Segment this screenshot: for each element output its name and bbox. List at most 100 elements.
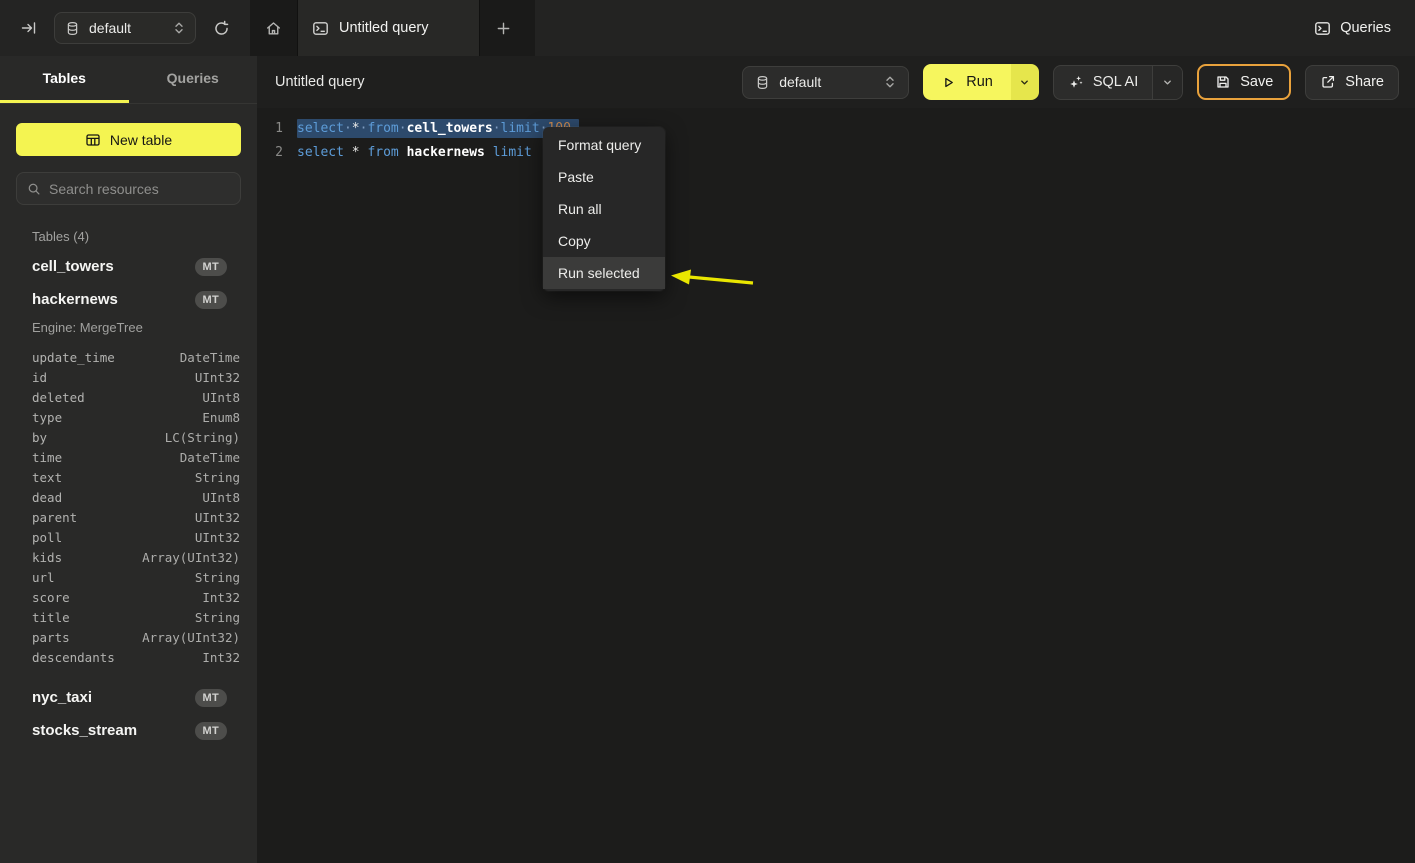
column-name: poll (32, 530, 62, 545)
terminal-icon (1314, 20, 1331, 37)
engine-badge: MT (195, 291, 227, 309)
table-row-stocks_stream[interactable]: stocks_streamMT (16, 714, 241, 747)
menu-item-paste[interactable]: Paste (543, 161, 665, 193)
sidebar-tab-tables[interactable]: Tables (0, 56, 129, 103)
sql-ai-label: SQL AI (1093, 74, 1138, 90)
column-name: time (32, 450, 62, 465)
code-line: 1 select·*·from·cell_towers·limit·100 (257, 116, 1415, 140)
engine-badge: MT (195, 722, 227, 740)
refresh-icon (213, 20, 230, 37)
spacer (16, 667, 241, 681)
column-row-update_time: update_time DateTime (16, 347, 241, 367)
sidebar-tabs: Tables Queries (0, 56, 257, 104)
column-row-id: idUInt32 (16, 367, 241, 387)
play-icon (941, 75, 956, 90)
topbar: default (0, 0, 1415, 56)
topbar-database-value: default (89, 20, 164, 36)
share-icon (1320, 74, 1336, 90)
run-button-main[interactable]: Run (923, 64, 1011, 100)
search-input[interactable] (49, 181, 230, 197)
table-row-hackernews[interactable]: hackernewsMT (16, 283, 241, 316)
editor-header-controls: default Run (742, 64, 1399, 100)
column-name: descendants (32, 650, 115, 665)
topbar-right: Queries (535, 0, 1415, 56)
column-name: by (32, 430, 47, 445)
column-name: update_time (32, 350, 115, 365)
save-icon (1215, 74, 1231, 90)
menu-item-run-selected[interactable]: Run selected (543, 257, 665, 289)
sql-editor[interactable]: 1 select·*·from·cell_towers·limit·100 2 sel… (257, 108, 1415, 863)
column-type: UInt32 (195, 530, 240, 545)
column-name: text (32, 470, 62, 485)
column-name: title (32, 610, 70, 625)
run-options-caret[interactable] (1011, 64, 1039, 100)
column-row-kids: kidsArray(UInt32) (16, 547, 241, 567)
menu-item-format-query[interactable]: Format query (543, 129, 665, 161)
database-icon (65, 21, 80, 36)
column-type: UInt32 (195, 370, 240, 385)
code-text: select * from hackernews limit (297, 145, 540, 160)
column-name: type (32, 410, 62, 425)
topbar-left: default (0, 0, 250, 56)
plus-icon (496, 21, 511, 36)
new-table-label: New table (110, 132, 172, 148)
tab-untitled-query[interactable]: Untitled query (297, 0, 480, 56)
column-row-text: text String (16, 467, 241, 487)
column-row-by: byLC(String) (16, 427, 241, 447)
refresh-button[interactable] (206, 13, 236, 43)
topbar-database-selector[interactable]: default (54, 12, 196, 44)
unsaved-changes-dot (456, 24, 465, 33)
column-type: String (195, 610, 240, 625)
column-name: score (32, 590, 70, 605)
table-row-nyc_taxi[interactable]: nyc_taxiMT (16, 681, 241, 714)
editor-database-selector[interactable]: default (742, 66, 909, 99)
column-type: String (195, 470, 240, 485)
table-name: hackernews (32, 291, 195, 308)
home-icon (265, 20, 282, 37)
table-row-cell_towers[interactable]: cell_towersMT (16, 250, 241, 283)
sql-ai-button[interactable]: SQL AI (1053, 65, 1183, 100)
collapse-sidebar-icon (21, 20, 37, 36)
sql-ai-button-main[interactable]: SQL AI (1054, 66, 1152, 99)
table-name: cell_towers (32, 258, 195, 275)
home-button[interactable] (250, 0, 297, 56)
column-row-parts: partsArray(UInt32) (16, 627, 241, 647)
selected-text: select·*·from·cell_towers·limit·100 (297, 119, 579, 138)
run-button[interactable]: Run (923, 64, 1039, 100)
column-type: String (195, 570, 240, 585)
column-row-type: type Enum8 (16, 407, 241, 427)
sql-ai-options-caret[interactable] (1152, 66, 1182, 99)
menu-item-run-all[interactable]: Run all (543, 193, 665, 225)
engine-badge: MT (195, 258, 227, 276)
column-type: UInt32 (195, 510, 240, 525)
share-button-label: Share (1345, 74, 1384, 90)
queries-button[interactable]: Queries (1314, 20, 1391, 37)
line-number: 2 (257, 145, 283, 160)
chevron-updown-icon (173, 21, 185, 35)
table-name: stocks_stream (32, 722, 195, 739)
column-row-deleted: deletedUInt8 (16, 387, 241, 407)
code-text: select·*·from·cell_towers·limit·100 (297, 121, 579, 136)
column-type: Enum8 (202, 410, 240, 425)
database-icon (755, 75, 770, 90)
editor-database-value: default (779, 74, 875, 90)
column-type: DateTime (180, 450, 240, 465)
chevron-updown-icon (884, 75, 896, 89)
new-table-button[interactable]: New table (16, 123, 241, 156)
column-type: Int32 (202, 650, 240, 665)
sidebar-tab-queries[interactable]: Queries (129, 56, 258, 103)
share-button[interactable]: Share (1305, 65, 1399, 100)
column-type: DateTime (180, 350, 240, 365)
tables-list: cell_towersMThackernewsMTEngine: MergeTr… (16, 250, 241, 747)
code-line: 2 select * from hackernews limit (257, 140, 1415, 164)
collapse-sidebar-button[interactable] (14, 13, 44, 43)
sparkles-icon (1068, 74, 1084, 90)
query-title: Untitled query (275, 74, 742, 90)
sidebar-body: New table Tables (4) cell_towersMThacker… (0, 104, 257, 747)
new-tab-button[interactable] (480, 0, 527, 56)
queries-button-label: Queries (1340, 20, 1391, 36)
line-number: 1 (257, 121, 283, 136)
save-button[interactable]: Save (1197, 64, 1291, 100)
column-row-descendants: descendants Int32 (16, 647, 241, 667)
menu-item-copy[interactable]: Copy (543, 225, 665, 257)
